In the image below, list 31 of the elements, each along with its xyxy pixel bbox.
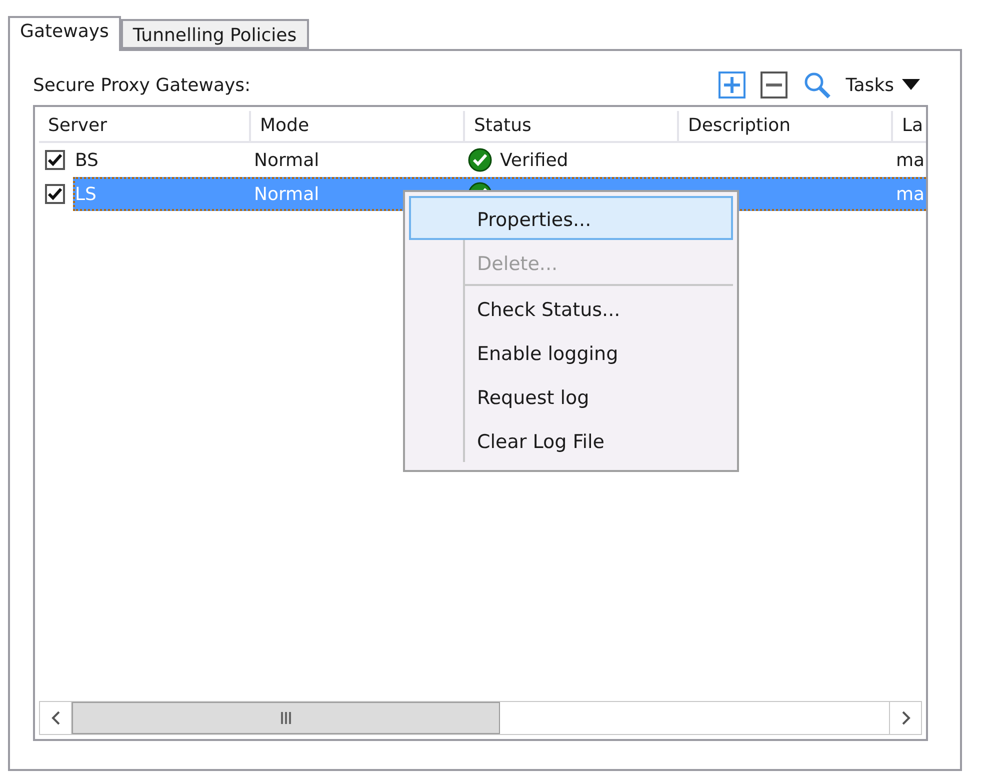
table-cell: BS (75, 150, 98, 170)
table-cell: ma (896, 184, 925, 204)
tab[interactable]: Tunnelling Policies (120, 19, 309, 49)
chevron-left-icon (50, 711, 60, 725)
table-cell: Normal (254, 184, 320, 204)
checkbox[interactable] (45, 184, 65, 204)
table-row[interactable]: BS Normal Verified ma (39, 143, 926, 177)
table-cell: Normal (254, 150, 320, 170)
table-cell: Verified (500, 150, 568, 170)
table-cell: ma (896, 150, 925, 170)
table-cell: LS (75, 184, 96, 204)
menu-item[interactable]: Request log (409, 374, 733, 418)
remove-icon[interactable] (760, 71, 788, 99)
tasks-menu-button[interactable]: Tasks (846, 74, 920, 96)
chevron-right-icon (900, 711, 910, 725)
menu-item[interactable]: Check Status... (409, 286, 733, 330)
section-label: Secure Proxy Gateways: (33, 74, 251, 96)
menu-item[interactable]: Enable logging (409, 330, 733, 374)
column-header[interactable]: Description (679, 111, 893, 143)
scrollbar-thumb[interactable] (72, 702, 500, 734)
column-header[interactable]: Status (465, 111, 679, 143)
menu-item[interactable]: Properties... (409, 196, 733, 240)
column-header[interactable]: Server (39, 111, 251, 143)
checkbox[interactable] (45, 150, 65, 170)
menu-item[interactable]: Clear Log File (409, 418, 733, 462)
check-circle-icon (468, 148, 492, 172)
column-header[interactable]: Mode (251, 111, 465, 143)
tab[interactable]: Gateways (8, 16, 121, 51)
horizontal-scrollbar[interactable] (39, 701, 922, 735)
caret-icon (902, 79, 920, 91)
add-icon[interactable] (718, 71, 746, 99)
